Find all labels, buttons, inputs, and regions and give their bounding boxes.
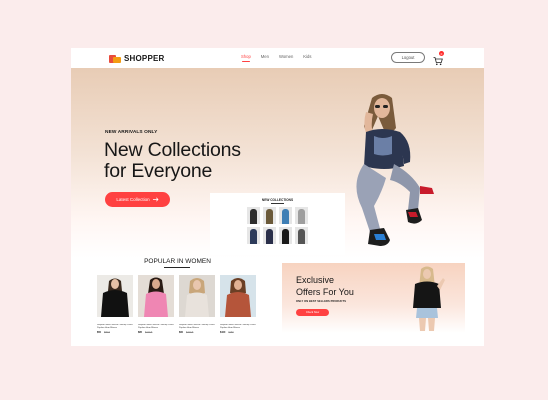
- product-prices: $100 $150: [220, 331, 256, 334]
- new-price: $60: [179, 331, 183, 334]
- hero-title: New Collections for Everyone: [104, 140, 241, 182]
- product-card[interactable]: Striped Flutter Sleeve Overlap Collar Pe…: [138, 275, 174, 334]
- nav-item-women[interactable]: Women: [279, 54, 293, 59]
- new-price: $85: [138, 331, 142, 334]
- collection-item[interactable]: [263, 207, 276, 224]
- old-price: $150: [228, 331, 234, 334]
- title-underline: [164, 267, 190, 268]
- new-price: $50: [97, 331, 101, 334]
- logout-button[interactable]: Logout: [391, 52, 425, 63]
- product-card[interactable]: Striped Flutter Sleeve Overlap Collar Pe…: [179, 275, 215, 334]
- offers-title: Exclusive Offers For You: [296, 274, 354, 298]
- hero-eyebrow: NEW ARRIVALS ONLY: [105, 130, 158, 135]
- product-prices: $50 $80.5: [97, 331, 133, 334]
- new-collections-title: NEW COLLECTIONS: [261, 198, 294, 202]
- product-card[interactable]: Striped Flutter Sleeve Overlap Collar Pe…: [97, 275, 133, 334]
- product-image: [138, 275, 174, 317]
- new-price: $100: [220, 331, 226, 334]
- logo[interactable]: SHOPPER: [109, 53, 165, 63]
- popular-grid: Striped Flutter Sleeve Overlap Collar Pe…: [97, 275, 256, 334]
- product-prices: $60 $100.5: [179, 331, 215, 334]
- popular-section: POPULAR IN WOMEN Striped Flutter Sleeve …: [71, 258, 277, 346]
- nav-item-men[interactable]: Men: [261, 54, 269, 59]
- offers-title-line1: Exclusive: [296, 275, 335, 285]
- offers-subtitle: ONLY ON BEST SELLERS PRODUCTS: [296, 300, 347, 303]
- nav-item-kids[interactable]: Kids: [303, 54, 311, 59]
- offers-model-image: [413, 266, 445, 331]
- shopping-bag-icon: [109, 53, 121, 63]
- nav-item-shop[interactable]: Shop: [241, 54, 251, 62]
- collection-item[interactable]: [295, 207, 308, 224]
- old-price: $100.5: [186, 331, 194, 334]
- product-name: Striped Flutter Sleeve Overlap Collar Pe…: [220, 324, 256, 329]
- hero-title-line1: New Collections: [104, 139, 241, 161]
- product-name: Striped Flutter Sleeve Overlap Collar Pe…: [97, 324, 133, 329]
- new-collections-grid: [247, 207, 308, 244]
- product-image: [220, 275, 256, 317]
- offers-banner: Exclusive Offers For You ONLY ON BEST SE…: [282, 263, 465, 333]
- offers-title-line2: Offers For You: [296, 287, 354, 297]
- collection-item[interactable]: [295, 227, 308, 244]
- product-image: [97, 275, 133, 317]
- old-price: $120.5: [145, 331, 153, 334]
- check-now-button[interactable]: Check Now: [296, 309, 329, 316]
- product-name: Striped Flutter Sleeve Overlap Collar Pe…: [138, 324, 174, 329]
- latest-collection-button[interactable]: Latest Collection: [105, 192, 170, 207]
- brand-name: SHOPPER: [124, 53, 165, 63]
- popular-title: POPULAR IN WOMEN: [144, 258, 211, 265]
- product-name: Striped Flutter Sleeve Overlap Collar Pe…: [179, 324, 215, 329]
- collection-item[interactable]: [247, 207, 260, 224]
- website-preview: SHOPPER Shop Men Women Kids Logout 0 NEW…: [71, 48, 484, 346]
- product-prices: $85 $120.5: [138, 331, 174, 334]
- hero-model-image: [356, 94, 434, 246]
- arrow-right-icon: [152, 197, 159, 202]
- collection-item[interactable]: [279, 207, 292, 224]
- new-collections-section: NEW COLLECTIONS: [210, 193, 345, 255]
- navbar: SHOPPER Shop Men Women Kids Logout 0: [71, 48, 484, 68]
- old-price: $80.5: [104, 331, 110, 334]
- product-image: [179, 275, 215, 317]
- latest-collection-label: Latest Collection: [116, 197, 150, 202]
- nav-menu: Shop Men Women Kids: [241, 54, 311, 62]
- cart-button[interactable]: 0: [433, 51, 444, 66]
- collection-item[interactable]: [263, 227, 276, 244]
- cart-count-badge: 0: [439, 51, 444, 56]
- title-underline: [271, 203, 284, 204]
- product-card[interactable]: Striped Flutter Sleeve Overlap Collar Pe…: [220, 275, 256, 334]
- hero-title-line2: for Everyone: [104, 160, 213, 182]
- collection-item[interactable]: [279, 227, 292, 244]
- cart-icon: [433, 57, 443, 66]
- collection-item[interactable]: [247, 227, 260, 244]
